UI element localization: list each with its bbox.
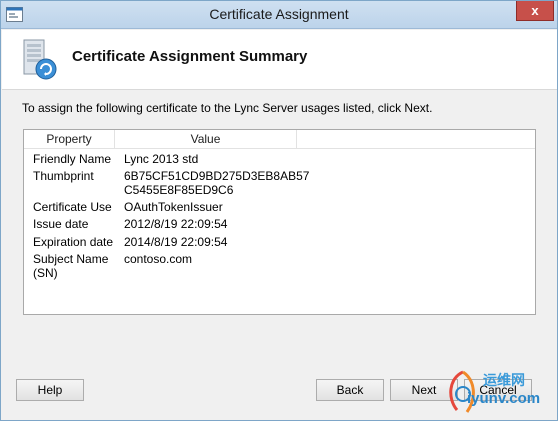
property-name: Expiration date	[33, 235, 114, 249]
property-value: 6B75CF51CD9BD275D3EB8AB57	[124, 169, 310, 183]
column-header-value[interactable]: Value	[115, 130, 297, 149]
window-title: Certificate Assignment	[209, 6, 349, 22]
list-header: Property Value	[24, 130, 535, 149]
page-title: Certificate Assignment Summary	[72, 48, 308, 65]
property-value: contoso.com	[124, 252, 193, 266]
property-name: Friendly Name	[33, 152, 112, 166]
instruction-text: To assign the following certificate to t…	[22, 101, 433, 115]
back-button[interactable]: Back	[316, 379, 384, 401]
watermark-url: iyunv.com	[467, 390, 541, 407]
property-value: Lync 2013 std	[124, 152, 199, 166]
property-value-line2: C5455E8F85ED9C6	[124, 183, 234, 197]
header-band: Certificate Assignment Summary	[2, 30, 557, 90]
property-name: Subject Name	[33, 252, 109, 266]
close-icon: x	[531, 3, 539, 18]
certificate-assignment-window: Certificate Assignment x Certificate Ass…	[0, 0, 558, 421]
property-name: Thumbprint	[33, 169, 94, 183]
title-bar[interactable]: Certificate Assignment x	[1, 1, 557, 29]
property-name: Certificate Use	[33, 200, 112, 214]
property-value: 2012/8/19 22:09:54	[124, 217, 228, 231]
watermark-text: 运维网	[483, 373, 525, 389]
certificate-properties-list[interactable]: Property Value Friendly Name Lync 2013 s…	[23, 129, 536, 315]
certificate-server-icon	[20, 38, 60, 82]
watermark-logo: 运维网 iyunv.com	[443, 368, 555, 418]
property-name: Issue date	[33, 217, 89, 231]
help-button[interactable]: Help	[16, 379, 84, 401]
column-header-property[interactable]: Property	[24, 130, 115, 149]
property-value: 2014/8/19 22:09:54	[124, 235, 228, 249]
close-button[interactable]: x	[516, 1, 554, 21]
property-name-line2: (SN)	[33, 266, 58, 280]
property-value: OAuthTokenIssuer	[124, 200, 223, 214]
